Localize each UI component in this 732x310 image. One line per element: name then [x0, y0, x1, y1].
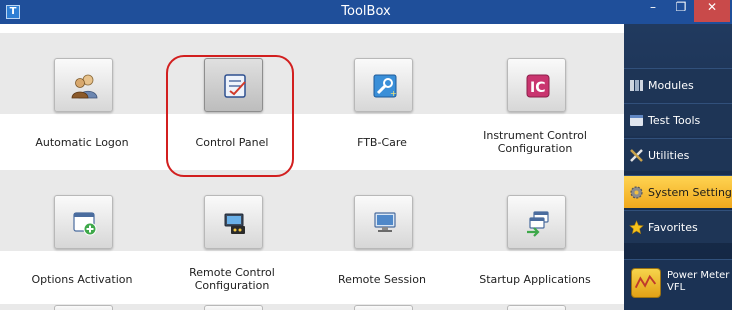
tile-label: Instrument Control Configuration: [483, 129, 587, 155]
close-button[interactable]: ✕: [694, 0, 730, 22]
options-activation-button[interactable]: [54, 195, 113, 249]
tile-label: Startup Applications: [479, 273, 591, 286]
svg-text:+: +: [390, 89, 397, 98]
sidebar: Modules Test Tools Utilities System Sett…: [624, 24, 732, 310]
sidebar-item-label: System Settings: [648, 186, 732, 199]
power-meter-icon: [631, 268, 661, 298]
sidebar-item-label: Test Tools: [648, 114, 701, 127]
tile-label: Automatic Logon: [35, 136, 129, 149]
remote-session-icon: [374, 212, 396, 232]
users-icon: [71, 74, 98, 99]
startup-applications-button[interactable]: [507, 195, 566, 249]
power-meter-shortcut[interactable]: Power Meter - VFL: [624, 259, 732, 310]
sidebar-item-favorites[interactable]: Favorites: [624, 210, 732, 243]
title-bar: T ToolBox – ❐ ✕: [0, 0, 732, 24]
gear-icon: [630, 186, 643, 199]
ftb-care-icon: +: [373, 74, 397, 98]
sidebar-item-label: Utilities: [648, 149, 690, 162]
tile-instrument-control-configuration[interactable]: IC Instrument Control Configuration: [460, 38, 610, 168]
power-meter-label: Power Meter - VFL: [667, 270, 732, 294]
tile-label: FTB-Care: [357, 136, 407, 149]
partial-tile-button[interactable]: [204, 305, 263, 310]
highlight-ring: [166, 55, 294, 177]
startup-applications-icon: [527, 211, 549, 237]
sidebar-item-test-tools[interactable]: Test Tools: [624, 103, 732, 136]
sidebar-item-modules[interactable]: Modules: [624, 68, 732, 101]
automatic-logon-button[interactable]: [54, 58, 113, 112]
instrument-control-button[interactable]: IC: [507, 58, 566, 112]
power-meter-label-line2: VFL: [667, 282, 686, 293]
remote-control-icon: [224, 213, 245, 234]
tile-startup-applications[interactable]: Startup Applications: [460, 175, 610, 305]
tile-remote-session[interactable]: Remote Session: [307, 175, 457, 305]
ftb-care-button[interactable]: +: [354, 58, 413, 112]
tile-label: Remote Session: [338, 273, 426, 286]
minimize-button[interactable]: –: [639, 0, 667, 22]
window-title: ToolBox: [341, 4, 391, 19]
partial-tile-button[interactable]: [354, 305, 413, 310]
maximize-button[interactable]: ❐: [667, 0, 695, 22]
power-meter-label-line1: Power Meter -: [667, 270, 732, 281]
modules-icon: [630, 80, 643, 91]
sidebar-item-label: Modules: [648, 79, 694, 92]
tile-remote-control-configuration[interactable]: Remote Control Configuration: [157, 175, 307, 305]
remote-control-button[interactable]: [204, 195, 263, 249]
remote-session-button[interactable]: [354, 195, 413, 249]
sidebar-item-label: Favorites: [648, 221, 698, 234]
tile-label: Options Activation: [31, 273, 133, 286]
partial-tile-button[interactable]: [507, 305, 566, 310]
utilities-icon: [630, 149, 643, 162]
test-tools-icon: [630, 115, 643, 126]
sidebar-item-system-settings[interactable]: System Settings: [624, 175, 732, 208]
tile-ftb-care[interactable]: + FTB-Care: [307, 38, 457, 168]
tile-label: Remote Control Configuration: [189, 266, 275, 292]
tile-options-activation[interactable]: Options Activation: [7, 175, 157, 305]
star-icon: [629, 220, 644, 235]
tile-automatic-logon[interactable]: Automatic Logon: [7, 38, 157, 168]
partial-tile-button[interactable]: [54, 305, 113, 310]
options-activation-icon: [73, 212, 97, 236]
instrument-control-icon: IC: [526, 74, 550, 98]
toolbox-grid: Automatic Logon Control Panel + FTB-Care: [0, 24, 624, 310]
svg-text:IC: IC: [530, 80, 545, 96]
sidebar-item-utilities[interactable]: Utilities: [624, 138, 732, 171]
